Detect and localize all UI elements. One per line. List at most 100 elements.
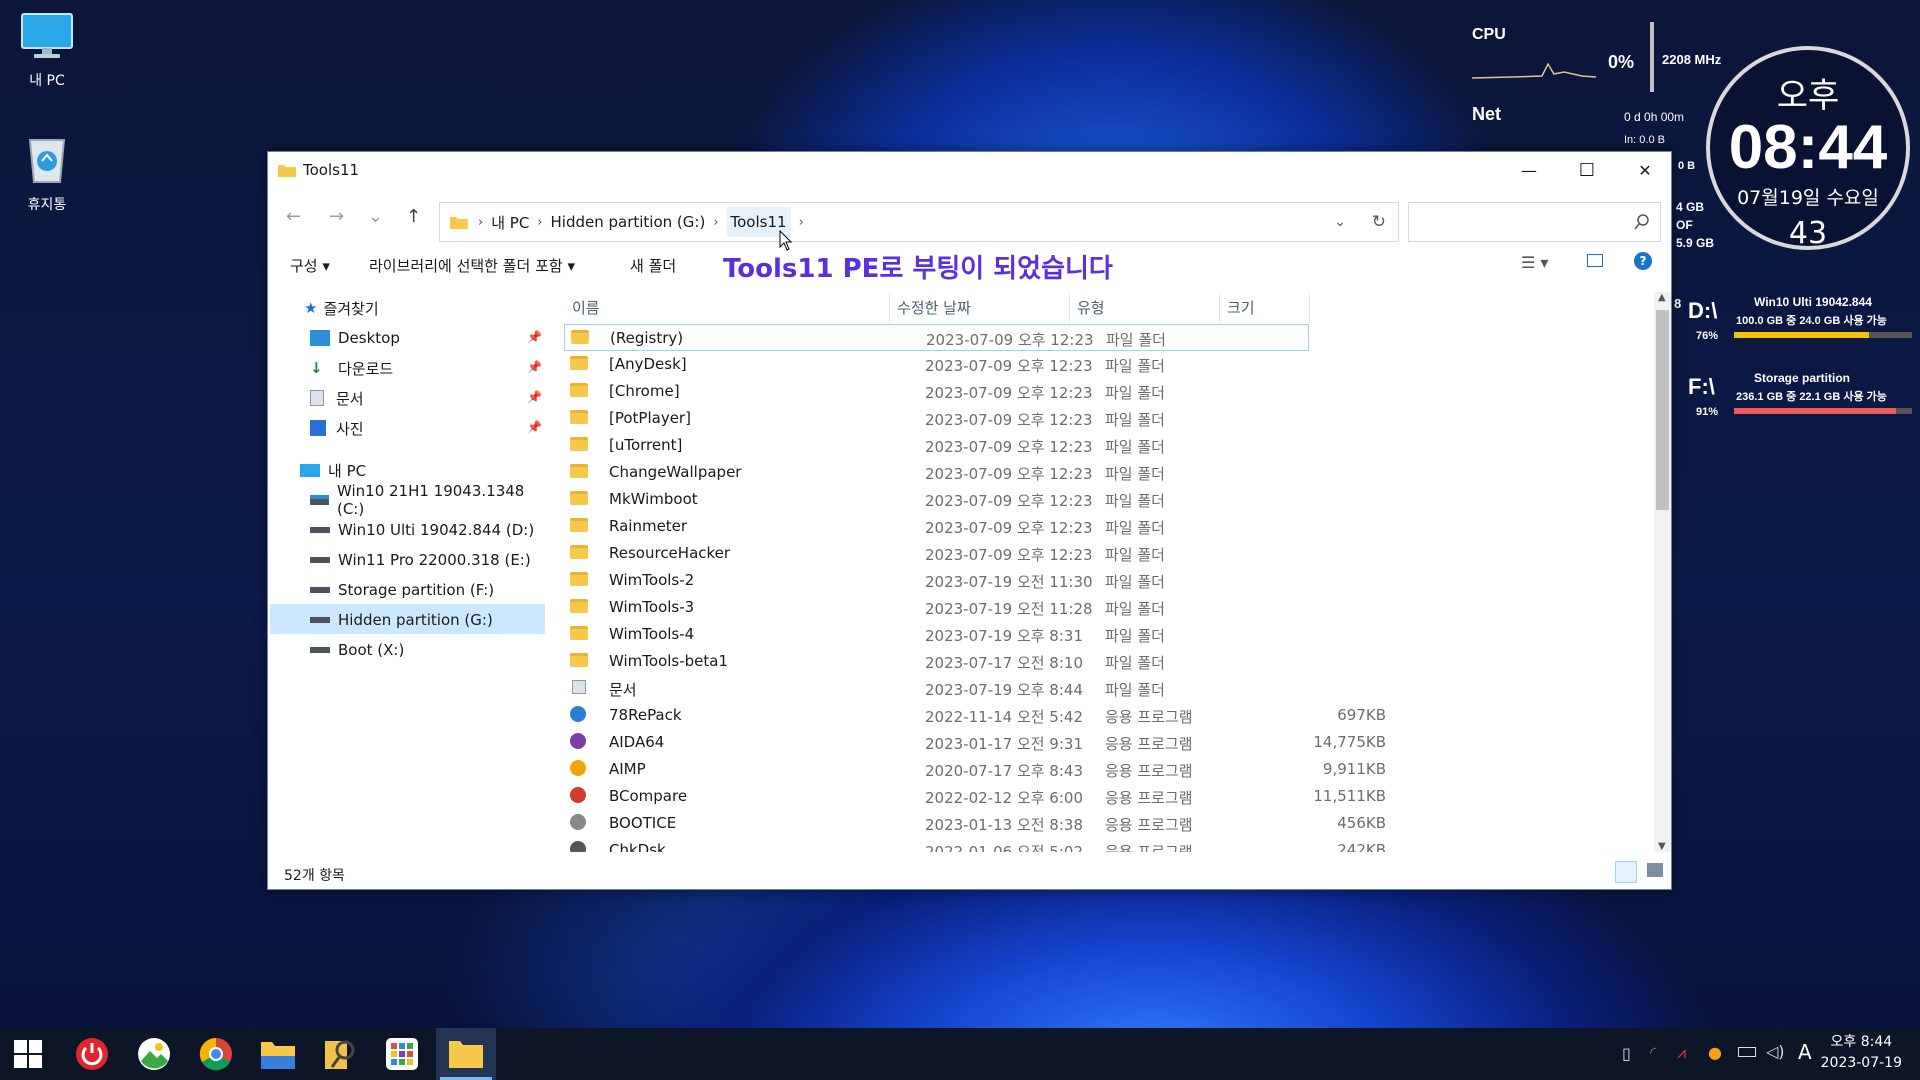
nav-drive-c[interactable]: Win10 21H1 19043.1348 (C:) (310, 482, 545, 518)
nav-drive-g[interactable]: Hidden partition (G:) (310, 606, 493, 634)
preview-pane-icon[interactable] (1587, 254, 1603, 267)
chrome-icon[interactable] (198, 1036, 234, 1072)
back-button[interactable]: ← (286, 206, 301, 227)
nav-item-pictures[interactable]: 사진 (310, 414, 364, 442)
pin-icon[interactable]: 📌 (527, 420, 542, 434)
power-icon[interactable] (74, 1036, 110, 1072)
scrollbar-thumb[interactable] (1656, 310, 1669, 510)
scroll-down-icon[interactable]: ▼ (1658, 841, 1666, 852)
nav-this-pc[interactable]: 내 PC (300, 456, 366, 484)
windows-start-icon[interactable] (10, 1036, 46, 1072)
search-tool-icon[interactable] (322, 1036, 358, 1072)
nav-drive-e[interactable]: Win11 Pro 22000.318 (E:) (310, 546, 531, 574)
nav-quick-access[interactable]: ★ 즐겨찾기 (304, 294, 379, 322)
apps-grid-icon[interactable] (384, 1036, 420, 1072)
chart-tray-icon[interactable]: ⩘ (1677, 1043, 1686, 1063)
forward-button[interactable]: → (329, 206, 344, 227)
table-row[interactable]: WimTools-2 2023-07-19 오전 11:30 파일 폴더 (564, 567, 1648, 594)
explorer-icon[interactable] (448, 1036, 484, 1072)
nav-drive-d[interactable]: Win10 Ulti 19042.844 (D:) (310, 516, 534, 544)
search-icon (1634, 214, 1649, 230)
table-row[interactable]: BCompare 2022-02-12 오후 6:00 응용 프로그램 11,511K… (564, 783, 1648, 810)
column-separator[interactable] (889, 294, 890, 322)
chevron-right-icon[interactable]: › (713, 215, 718, 230)
table-row[interactable]: MkWimboot 2023-07-09 오후 12:23 파일 폴더 (564, 486, 1648, 513)
table-row[interactable]: ChangeWallpaper 2023-07-09 오후 12:23 파일 폴더 (564, 459, 1648, 486)
table-row[interactable]: [uTorrent] 2023-07-09 오후 12:23 파일 폴더 (564, 432, 1648, 459)
details-view-icon[interactable] (1615, 861, 1637, 883)
address-dropdown-icon[interactable]: ⌄ (1334, 214, 1346, 230)
breadcrumb-my-pc[interactable]: 내 PC (491, 212, 529, 233)
breadcrumb-hidden-partition[interactable]: Hidden partition (G:) (551, 213, 706, 231)
navigation-pane: ★ 즐겨찾기 Desktop 📌 ↓ 다운로드 📌 문서 📌 사진 📌 내 PC (268, 292, 545, 852)
table-row[interactable]: [Chrome] 2023-07-09 오후 12:23 파일 폴더 (564, 378, 1648, 405)
maximize-button[interactable]: ☐ (1558, 152, 1616, 188)
pin-icon[interactable]: 📌 (527, 390, 542, 404)
chevron-right-icon[interactable]: › (799, 215, 804, 230)
column-separator[interactable] (1309, 294, 1310, 322)
table-row[interactable]: 문서 2023-07-19 오후 8:44 파일 폴더 (564, 675, 1648, 702)
table-row[interactable]: 78RePack 2022-11-14 오전 5:42 응용 프로그램 697KB (564, 702, 1648, 729)
file-size: 9,911KB (1322, 760, 1386, 778)
table-row[interactable]: WimTools-4 2023-07-19 오후 8:31 파일 폴더 (564, 621, 1648, 648)
chevron-right-icon[interactable]: › (478, 215, 483, 230)
net-label: Net (1472, 104, 1502, 124)
table-row[interactable]: BOOTICE 2023-01-13 오전 8:38 응용 프로그램 456KB (564, 810, 1648, 837)
close-button[interactable]: ✕ (1616, 152, 1674, 188)
table-row[interactable]: ChkDsk 2022-01-06 오전 5:02 응용 프로그램 242KB (564, 837, 1648, 852)
help-icon[interactable]: ? (1634, 252, 1652, 270)
file-date: 2023-07-09 오후 12:23 (925, 519, 1093, 537)
drive-name: Win10 Ulti 19042.844 (1754, 295, 1872, 309)
scroll-up-icon[interactable]: ▲ (1658, 292, 1666, 303)
up-button[interactable]: ↑ (406, 206, 421, 227)
photo-viewer-icon[interactable] (136, 1036, 172, 1072)
recent-locations-button[interactable]: ⌄ (368, 206, 383, 227)
desktop-icon-my-pc[interactable]: 내 PC (12, 12, 82, 90)
column-header-type[interactable]: 유형 (1077, 292, 1105, 322)
usb-icon[interactable]: ▯ (1622, 1044, 1631, 1063)
table-row[interactable]: AIMP 2020-07-17 오후 8:43 응용 프로그램 9,911KB (564, 756, 1648, 783)
title-bar[interactable]: Tools11 — ☐ ✕ (268, 152, 1671, 188)
search-input[interactable] (1408, 202, 1661, 242)
column-header-size[interactable]: 크기 (1227, 292, 1255, 322)
refresh-icon[interactable]: ↻ (1372, 212, 1386, 232)
pin-icon[interactable]: 📌 (527, 360, 542, 374)
table-row[interactable]: AIDA64 2023-01-17 오전 9:31 응용 프로그램 14,775KB (564, 729, 1648, 756)
address-bar[interactable]: › 내 PC › Hidden partition (G:) › Tools11… (439, 202, 1399, 242)
water-drop-icon[interactable]: ● (1708, 1043, 1722, 1062)
nav-item-desktop[interactable]: Desktop (310, 324, 400, 352)
drive-bar-fill (1734, 408, 1896, 414)
nav-drive-f[interactable]: Storage partition (F:) (310, 576, 494, 604)
column-header-date[interactable]: 수정한 날짜 (897, 292, 971, 322)
network-icon[interactable]: ◜ (1650, 1043, 1656, 1062)
ime-indicator[interactable]: A (1798, 1040, 1812, 1064)
chevron-right-icon[interactable]: › (537, 215, 542, 230)
table-row[interactable]: ResourceHacker 2023-07-09 오후 12:23 파일 폴더 (564, 540, 1648, 567)
nav-item-downloads[interactable]: ↓ 다운로드 (310, 354, 393, 382)
minimize-button[interactable]: — (1500, 152, 1558, 188)
table-row[interactable]: (Registry) 2023-07-09 오후 12:23 파일 폴더 (564, 324, 1309, 351)
table-row[interactable]: [PotPlayer] 2023-07-09 오후 12:23 파일 폴더 (564, 405, 1648, 432)
volume-icon[interactable]: ◁) (1766, 1042, 1785, 1061)
new-folder-button[interactable]: 새 폴더 (630, 255, 676, 276)
file-manager-icon[interactable] (260, 1036, 296, 1072)
organize-menu[interactable]: 구성 ▾ (290, 255, 330, 276)
large-icons-view-icon[interactable] (1647, 863, 1663, 877)
vertical-scrollbar[interactable]: ▲ ▼ (1654, 292, 1671, 852)
table-row[interactable]: [AnyDesk] 2023-07-09 오후 12:23 파일 폴더 (564, 351, 1648, 378)
pin-icon[interactable]: 📌 (527, 330, 542, 344)
table-row[interactable]: WimTools-3 2023-07-19 오전 11:28 파일 폴더 (564, 594, 1648, 621)
include-library-menu[interactable]: 라이브러리에 선택한 폴더 포함 ▾ (369, 255, 575, 276)
tray-clock[interactable]: 오후 8:44 2023-07-19 (1821, 1032, 1902, 1074)
nav-drive-x[interactable]: Boot (X:) (310, 636, 404, 664)
column-separator[interactable] (1069, 294, 1070, 322)
column-header-name[interactable]: 이름 (572, 292, 600, 322)
view-options-icon[interactable]: ☰ ▾ (1521, 253, 1548, 272)
table-row[interactable]: WimTools-beta1 2023-07-17 오전 8:10 파일 폴더 (564, 648, 1648, 675)
nav-item-documents[interactable]: 문서 (310, 384, 364, 412)
column-separator[interactable] (1219, 294, 1220, 322)
table-row[interactable]: Rainmeter 2023-07-09 오후 12:23 파일 폴더 (564, 513, 1648, 540)
battery-icon[interactable] (1738, 1047, 1756, 1057)
desktop-icon-recycle-bin[interactable]: 휴지통 (12, 132, 82, 214)
folder-icon (570, 437, 588, 451)
